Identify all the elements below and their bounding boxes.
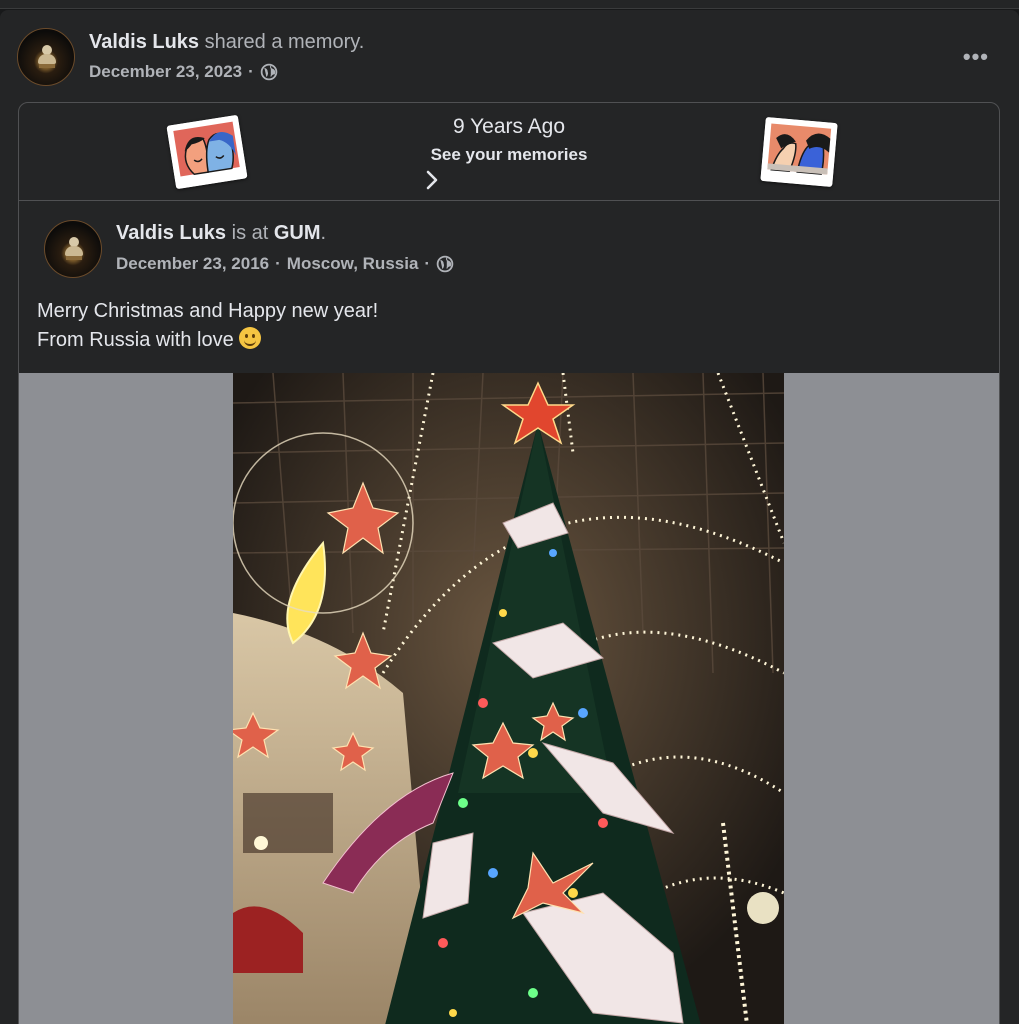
see-memories-link[interactable]: See your memories	[19, 145, 999, 165]
post-text-line-2: From Russia with love	[37, 326, 378, 355]
christmas-tree-photo	[233, 373, 784, 1024]
meta-separator: ·	[275, 254, 281, 273]
checkin-text: is at	[231, 222, 269, 244]
meta-separator: ·	[248, 62, 254, 81]
original-author-name[interactable]: Valdis Luks	[116, 222, 226, 244]
post-photo[interactable]	[233, 373, 784, 1024]
original-location[interactable]: Moscow, Russia	[287, 254, 419, 274]
post-meta: December 23, 2023 ·	[89, 62, 278, 82]
memory-title: 9 Years Ago	[452, 115, 566, 138]
original-author-avatar[interactable]	[44, 220, 102, 278]
more-horizontal-icon: •••	[962, 44, 989, 69]
slightly-smiling-face-icon	[239, 327, 262, 349]
original-meta: December 23, 2016 · Moscow, Russia ·	[116, 254, 454, 274]
post-text-line-1: Merry Christmas and Happy new year!	[37, 300, 379, 322]
post-text: Merry Christmas and Happy new year! From…	[37, 297, 378, 355]
post-text-line-2-text: From Russia with love	[37, 329, 234, 351]
globe-icon[interactable]	[260, 63, 278, 81]
post-card: Valdis Luks shared a memory. December 23…	[0, 10, 1019, 1024]
post-action-text: shared a memory.	[204, 31, 365, 53]
author-name[interactable]: Valdis Luks	[89, 31, 199, 53]
couple-illustration-right	[760, 116, 838, 188]
post-header-line: Valdis Luks shared a memory.	[89, 31, 364, 54]
memory-header[interactable]: 9 Years Ago See your memories	[19, 103, 999, 201]
chevron-right-icon[interactable]	[421, 169, 443, 191]
author-avatar[interactable]	[17, 28, 75, 86]
post-date[interactable]: December 23, 2023	[89, 62, 242, 82]
photo-letterbox	[19, 373, 999, 1024]
checkin-place[interactable]: GUM	[274, 222, 321, 244]
meta-separator: ·	[424, 254, 431, 273]
globe-icon[interactable]	[436, 255, 454, 273]
more-options-button[interactable]: •••	[963, 44, 989, 70]
memory-card: 9 Years Ago See your memories Valdis Luk…	[18, 102, 1000, 1024]
original-date[interactable]: December 23, 2016	[116, 254, 269, 274]
checkin-period: .	[320, 222, 327, 244]
original-header-line: Valdis Luks is at GUM.	[116, 222, 326, 245]
top-divider	[0, 0, 1019, 9]
